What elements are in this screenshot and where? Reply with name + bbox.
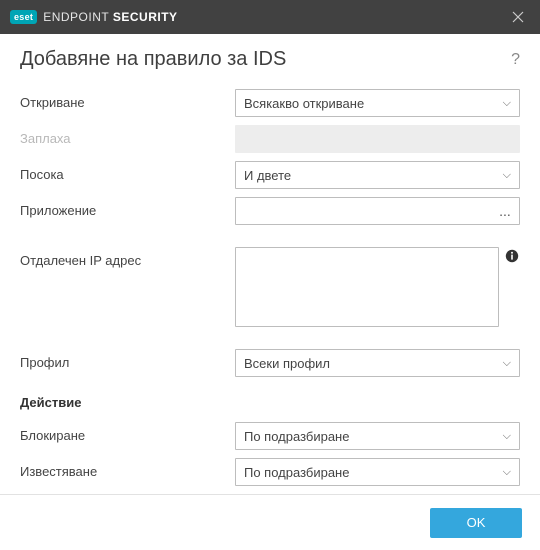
select-notify-value: По подразбиране [244,465,503,480]
select-detection[interactable]: Всякакво откриване ⌵ [235,89,520,117]
row-block: Блокиране По подразбиране ⌵ [20,422,520,450]
label-detection: Откриване [20,89,235,110]
select-block-value: По подразбиране [244,429,503,444]
row-direction: Посока И двете ⌵ [20,161,520,189]
label-profile: Профил [20,349,235,370]
label-threat: Заплаха [20,125,235,146]
select-profile[interactable]: Всеки профил ⌵ [235,349,520,377]
brand-badge: eset [10,10,37,24]
brand-area: eset ENDPOINT SECURITY [10,10,178,24]
ok-button[interactable]: OK [430,508,522,538]
section-action-title: Действие [20,395,520,410]
row-notify: Известяване По подразбиране ⌵ [20,458,520,486]
footer: OK [0,494,540,550]
row-profile: Профил Всеки профил ⌵ [20,349,520,377]
select-profile-value: Всеки профил [244,356,503,371]
input-application[interactable]: ... [235,197,520,225]
select-direction[interactable]: И двете ⌵ [235,161,520,189]
page-title: Добавяне на правило за IDS [20,48,286,71]
row-remote-ip: Отдалечен IP адрес [20,247,520,327]
label-application: Приложение [20,197,235,218]
select-direction-value: И двете [244,168,503,183]
label-direction: Посока [20,161,235,182]
content-area: Добавяне на правило за IDS ? Откриване В… [0,34,540,522]
brand-bold: SECURITY [113,10,178,24]
close-icon [512,11,524,23]
chevron-down-icon: ⌵ [503,466,511,479]
select-notify[interactable]: По подразбиране ⌵ [235,458,520,486]
header-row: Добавяне на правило за IDS ? [20,48,520,71]
info-button[interactable] [505,247,520,266]
row-application: Приложение ... [20,197,520,225]
brand-light: ENDPOINT [43,10,109,24]
row-threat: Заплаха [20,125,520,153]
threat-readonly [235,125,520,153]
label-notify: Известяване [20,458,235,479]
select-block[interactable]: По подразбиране ⌵ [235,422,520,450]
chevron-down-icon: ⌵ [503,169,511,182]
info-icon [505,249,519,263]
brand-text: ENDPOINT SECURITY [43,10,177,24]
browse-application-button[interactable]: ... [491,198,519,224]
help-button[interactable]: ? [511,51,520,69]
label-block: Блокиране [20,422,235,443]
chevron-down-icon: ⌵ [503,357,511,370]
close-button[interactable] [506,5,530,29]
chevron-down-icon: ⌵ [503,430,511,443]
chevron-down-icon: ⌵ [503,97,511,110]
select-detection-value: Всякакво откриване [244,96,503,111]
row-detection: Откриване Всякакво откриване ⌵ [20,89,520,117]
textarea-remote-ip[interactable] [235,247,499,327]
label-remote-ip: Отдалечен IP адрес [20,247,235,268]
titlebar: eset ENDPOINT SECURITY [0,0,540,34]
